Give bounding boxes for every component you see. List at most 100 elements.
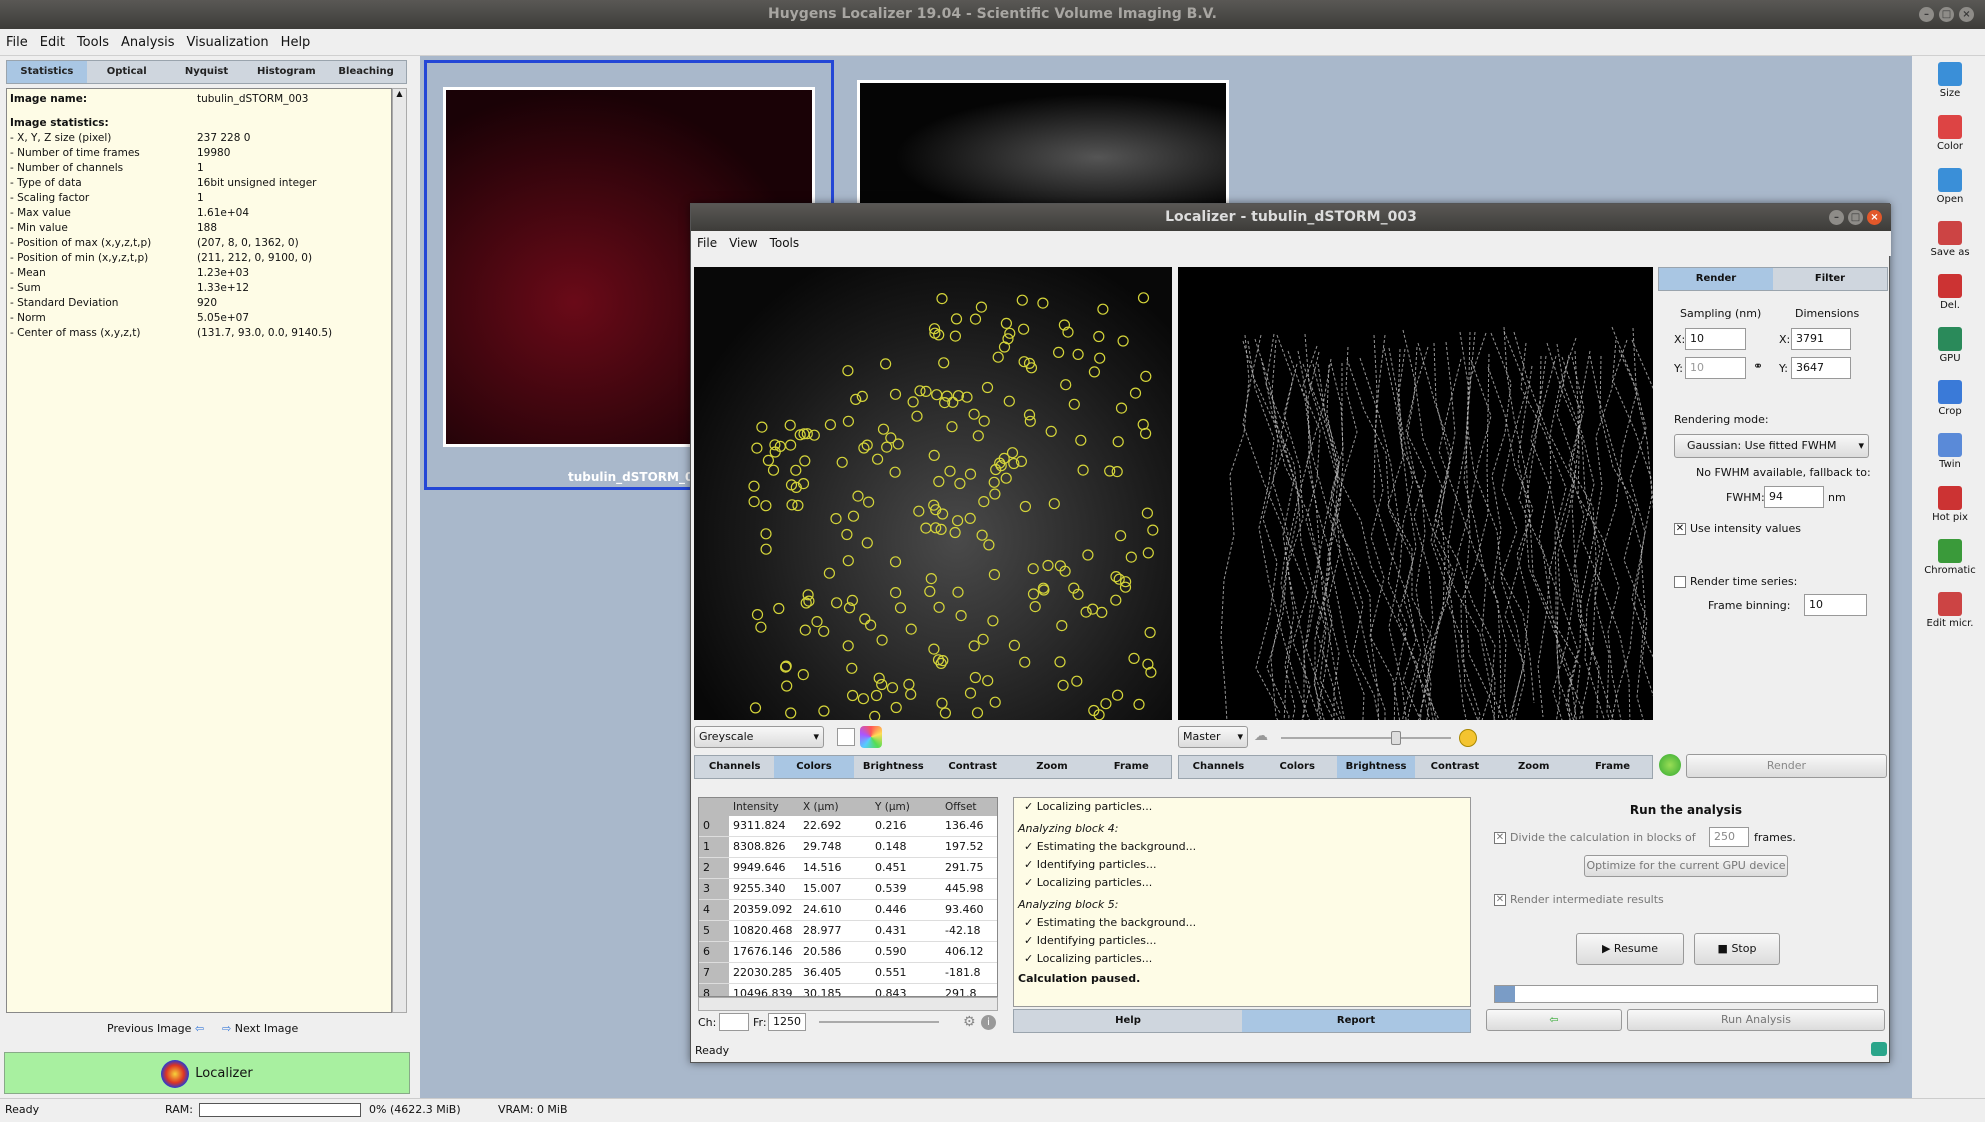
rendered-image-view[interactable] [1178, 267, 1653, 720]
frame-spinner[interactable]: 1250 [768, 1013, 806, 1031]
left-lut-select[interactable]: Greyscale ▾ [694, 726, 824, 748]
link-icon[interactable]: ⚭ [1753, 359, 1763, 373]
color-swatch[interactable] [837, 728, 855, 746]
next-image-button[interactable]: ⇨ Next Image [222, 1022, 298, 1035]
info-icon[interactable]: i [981, 1015, 996, 1030]
tab-histogram[interactable]: Histogram [246, 61, 326, 83]
loc-close-button[interactable]: × [1867, 210, 1882, 225]
frame-slider[interactable] [819, 1021, 939, 1023]
loc-maximize-button[interactable]: □ [1848, 210, 1863, 225]
view-tab-colors[interactable]: Colors [1258, 756, 1337, 778]
tool-chromatic[interactable]: Chromatic [1922, 539, 1978, 576]
menu-edit[interactable]: Edit [34, 29, 71, 56]
thumbnail-image-grey[interactable] [857, 80, 1229, 210]
render-button[interactable]: Render [1686, 754, 1887, 778]
fwhm-input[interactable]: 94 [1764, 486, 1824, 508]
use-intensity-checkbox[interactable]: ✕ Use intensity values [1674, 522, 1801, 535]
table-row[interactable]: 4 20359.092 24.610 0.446 93.460 [699, 900, 997, 921]
resume-button[interactable]: ▶ Resume [1576, 933, 1684, 965]
table-hscrollbar[interactable] [698, 997, 998, 1011]
checkbox-checked-icon[interactable]: ✕ [1494, 894, 1506, 906]
view-tab-channels[interactable]: Channels [695, 756, 774, 778]
maximize-button[interactable]: □ [1939, 7, 1954, 22]
view-tab-brightness[interactable]: Brightness [854, 756, 933, 778]
column-header[interactable] [699, 798, 729, 816]
tab-filter[interactable]: Filter [1773, 268, 1887, 290]
localizer-button[interactable]: Localizer [4, 1052, 410, 1094]
tool-color[interactable]: Color [1922, 115, 1978, 152]
loc-menu-file[interactable]: File [691, 231, 723, 256]
column-header[interactable]: X (µm) [799, 798, 871, 816]
column-header[interactable]: Intensity [729, 798, 799, 816]
frame-binning-input[interactable]: 10 [1804, 594, 1867, 616]
checkbox-checked-icon[interactable]: ✕ [1674, 523, 1686, 535]
right-lut-select[interactable]: Master ▾ [1178, 726, 1248, 748]
loc-menu-tools[interactable]: Tools [764, 231, 806, 256]
rendering-mode-select[interactable]: Gaussian: Use fitted FWHM ▾ [1674, 434, 1869, 458]
gear-icon[interactable]: ⚙ [963, 1014, 976, 1030]
tool-twin[interactable]: Twin [1922, 433, 1978, 470]
scroll-up-icon[interactable]: ▲ [393, 89, 406, 98]
checkbox-checked-icon[interactable]: ✕ [1494, 832, 1506, 844]
table-row[interactable]: 8 10496.839 30.185 0.843 291.8 [699, 984, 997, 996]
tool-crop[interactable]: Crop [1922, 380, 1978, 417]
tool-open[interactable]: Open [1922, 168, 1978, 205]
view-tab-brightness[interactable]: Brightness [1336, 756, 1416, 778]
render-time-series-checkbox[interactable]: Render time series: [1674, 575, 1797, 588]
table-row[interactable]: 3 9255.340 15.007 0.539 445.98 [699, 879, 997, 900]
view-tab-zoom[interactable]: Zoom [1494, 756, 1573, 778]
tab-statistics[interactable]: Statistics [7, 61, 87, 83]
table-row[interactable]: 6 17676.146 20.586 0.590 406.12 [699, 942, 997, 963]
loc-minimize-button[interactable]: – [1829, 210, 1844, 225]
column-header[interactable]: Y (µm) [871, 798, 941, 816]
tab-bleaching[interactable]: Bleaching [326, 61, 406, 83]
view-tab-frame[interactable]: Frame [1092, 756, 1171, 778]
view-tab-contrast[interactable]: Contrast [1415, 756, 1494, 778]
table-row[interactable]: 2 9949.646 14.516 0.451 291.75 [699, 858, 997, 879]
dimension-x-input[interactable]: 3791 [1791, 328, 1851, 350]
stop-button[interactable]: ■ Stop [1694, 933, 1780, 965]
view-tab-colors[interactable]: Colors [774, 756, 854, 778]
tool-save-as[interactable]: Save as [1922, 221, 1978, 258]
tool-gpu[interactable]: GPU [1922, 327, 1978, 364]
color-wheel-icon[interactable] [860, 726, 882, 748]
table-row[interactable]: 1 8308.826 29.748 0.148 197.52 [699, 837, 997, 858]
settings-gear-icon[interactable] [1659, 754, 1681, 776]
close-button[interactable]: × [1959, 7, 1974, 22]
sampling-x-input[interactable]: 10 [1685, 328, 1746, 350]
cloud-icon[interactable]: ☁ [1254, 728, 1268, 744]
tool-del[interactable]: Del. [1922, 274, 1978, 311]
stats-scrollbar[interactable]: ▲ [392, 88, 407, 1013]
tab-help[interactable]: Help [1014, 1010, 1242, 1032]
menu-tools[interactable]: Tools [71, 29, 115, 56]
tab-report[interactable]: Report [1242, 1010, 1470, 1032]
divide-blocks-checkbox[interactable]: ✕ Divide the calculation in blocks of [1494, 831, 1696, 844]
previous-image-button[interactable]: Previous Image ⇦ [107, 1022, 204, 1035]
table-row[interactable]: 5 10820.468 28.977 0.431 -42.18 [699, 921, 997, 942]
minimize-button[interactable]: – [1919, 7, 1934, 22]
render-intermediate-checkbox[interactable]: ✕ Render intermediate results [1494, 893, 1664, 906]
view-tab-frame[interactable]: Frame [1573, 756, 1652, 778]
brightness-slider[interactable] [1281, 737, 1451, 739]
tab-render[interactable]: Render [1659, 268, 1773, 290]
tool-size[interactable]: Size [1922, 62, 1978, 99]
raw-frame-view[interactable] [694, 267, 1172, 720]
slider-handle[interactable] [1391, 731, 1401, 745]
channel-spinner[interactable] [719, 1013, 749, 1031]
run-analysis-button[interactable]: Run Analysis [1627, 1009, 1885, 1031]
tab-nyquist[interactable]: Nyquist [167, 61, 247, 83]
dimension-y-input[interactable]: 3647 [1791, 357, 1851, 379]
blocks-input[interactable]: 250 [1709, 827, 1749, 847]
view-tab-zoom[interactable]: Zoom [1012, 756, 1091, 778]
checkbox-unchecked-icon[interactable] [1674, 576, 1686, 588]
optimize-gpu-button[interactable]: Optimize for the current GPU device [1584, 855, 1788, 877]
view-tab-contrast[interactable]: Contrast [933, 756, 1012, 778]
menu-file[interactable]: File [0, 29, 34, 56]
sun-icon[interactable] [1459, 729, 1477, 747]
table-row[interactable]: 0 9311.824 22.692 0.216 136.46 [699, 816, 997, 837]
table-row[interactable]: 7 22030.285 36.405 0.551 -181.8 [699, 963, 997, 984]
menu-visualization[interactable]: Visualization [181, 29, 275, 56]
sampling-y-input[interactable]: 10 [1685, 357, 1746, 379]
menu-help[interactable]: Help [275, 29, 317, 56]
view-tab-channels[interactable]: Channels [1179, 756, 1258, 778]
